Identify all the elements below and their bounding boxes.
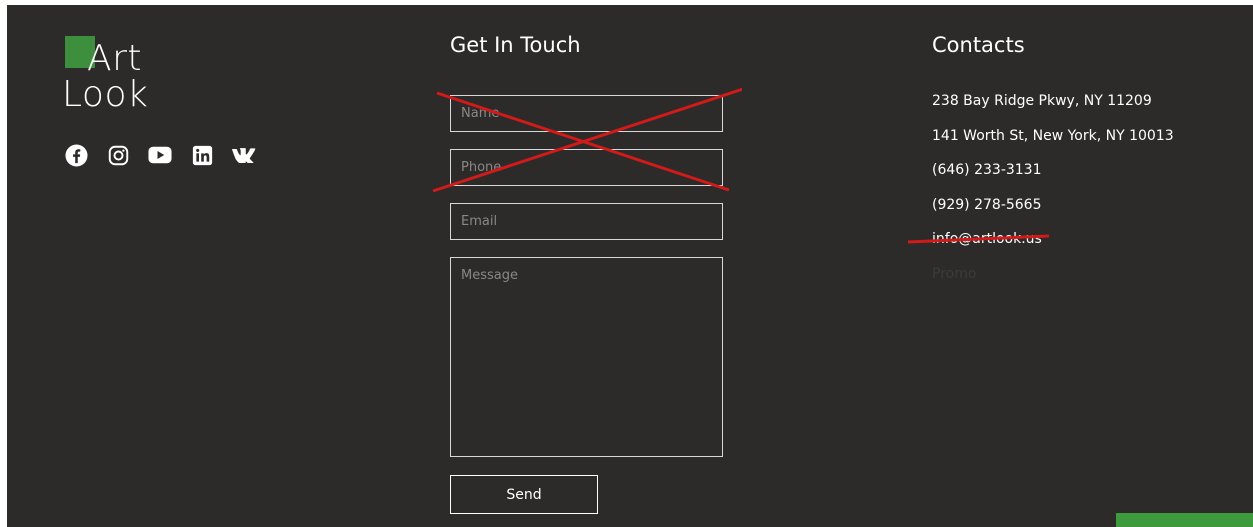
- linkedin-icon[interactable]: [190, 143, 214, 167]
- contact-address-1: 238 Bay Ridge Pkwy, NY 11209: [932, 93, 1152, 109]
- logo-text-look: Look: [62, 74, 149, 115]
- facebook-icon[interactable]: [64, 143, 88, 167]
- contact-phone-2[interactable]: (929) 278-5665: [932, 197, 1042, 213]
- contact-email[interactable]: info@artlook.us: [932, 231, 1042, 247]
- contacts-title: Contacts: [932, 33, 1025, 57]
- email-field[interactable]: [450, 203, 723, 240]
- get-in-touch-title: Get In Touch: [450, 33, 581, 57]
- send-button[interactable]: Send: [450, 475, 598, 514]
- promo-link[interactable]: Promo: [932, 266, 976, 282]
- name-field[interactable]: [450, 95, 723, 132]
- floating-green-tab[interactable]: [1116, 513, 1253, 527]
- message-field[interactable]: [450, 257, 723, 457]
- art-look-logo[interactable]: Art Look: [62, 33, 172, 113]
- logo-text-art: Art: [87, 38, 143, 79]
- youtube-icon[interactable]: [148, 143, 172, 167]
- phone-field[interactable]: [450, 149, 723, 186]
- instagram-icon[interactable]: [106, 143, 130, 167]
- vk-icon[interactable]: [232, 143, 256, 167]
- contact-phone-1[interactable]: (646) 233-3131: [932, 162, 1042, 178]
- social-links: [64, 143, 256, 167]
- contact-address-2: 141 Worth St, New York, NY 10013: [932, 128, 1174, 144]
- site-footer: Art Look Get In Touch Send Contacts 238 …: [7, 5, 1253, 527]
